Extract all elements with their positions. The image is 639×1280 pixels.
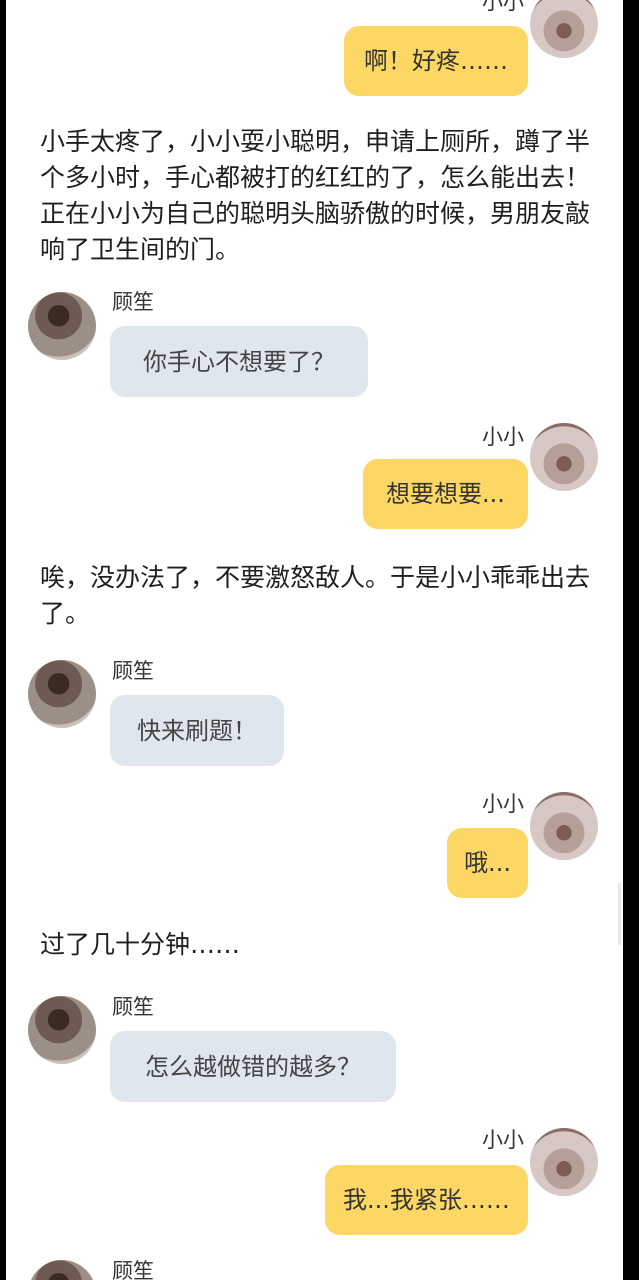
message-bubble: 想要想要... [363, 459, 528, 529]
avatar-xiaoxiao[interactable] [530, 1128, 598, 1196]
sender-name: 顾笙 [112, 1259, 154, 1280]
avatar-gusheng[interactable] [28, 660, 96, 728]
sender-name: 小小 [482, 1128, 524, 1152]
message-bubble: 哦... [447, 828, 528, 898]
narration-text: 唉，没办法了，不要激怒敌人。于是小小乖乖出去了。 [40, 563, 591, 628]
message-bubble: 你手心不想要了？ [110, 326, 368, 397]
message-bubble: 我...我紧张…… [325, 1165, 528, 1235]
chat-story[interactable]: 小小 啊！好疼…… 小手太疼了，小小耍小聪明，申请上厕所，蹲了半个多小时，手心都… [6, 0, 623, 1280]
avatar-xiaoxiao[interactable] [530, 0, 598, 58]
sender-name: 小小 [482, 0, 524, 14]
narration-text: 小手太疼了，小小耍小聪明，申请上厕所，蹲了半个多小时，手心都被打的红红的了，怎么… [40, 127, 591, 264]
avatar-gusheng[interactable] [28, 996, 96, 1064]
sender-name: 顾笙 [112, 995, 154, 1019]
sender-name: 顾笙 [112, 290, 154, 314]
message-bubble: 怎么越做错的越多？ [110, 1031, 396, 1102]
narration-text: 过了几十分钟…… [40, 930, 241, 959]
message-bubble: 快来刷题！ [110, 695, 284, 766]
phone-screen: 小小 啊！好疼…… 小手太疼了，小小耍小聪明，申请上厕所，蹲了半个多小时，手心都… [0, 0, 639, 1280]
sender-name: 小小 [482, 792, 524, 816]
sender-name: 顾笙 [112, 659, 154, 683]
scrollbar[interactable] [618, 883, 621, 945]
message-bubble: 啊！好疼…… [344, 26, 528, 96]
avatar-xiaoxiao[interactable] [530, 792, 598, 860]
avatar-gusheng[interactable] [28, 292, 96, 360]
avatar-gusheng[interactable] [28, 1260, 96, 1280]
avatar-xiaoxiao[interactable] [530, 423, 598, 491]
sender-name: 小小 [482, 425, 524, 449]
